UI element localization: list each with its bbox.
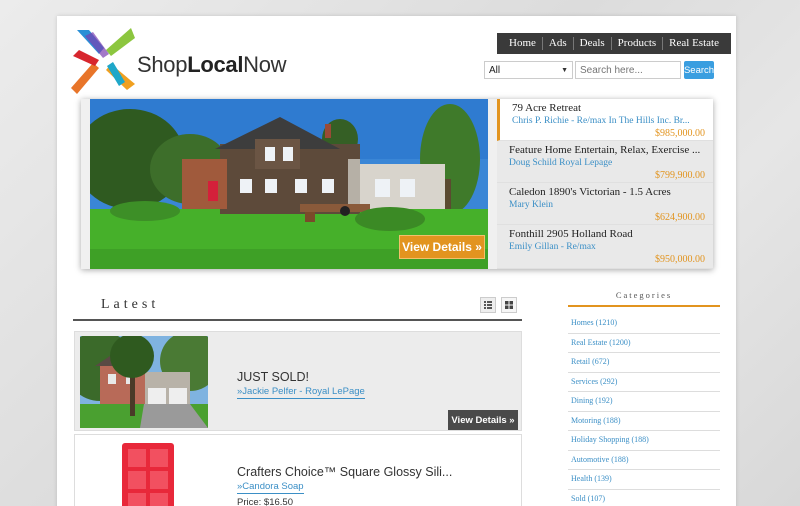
listing-title: Fonthill 2905 Holland Road <box>509 228 633 240</box>
latest-item-seller[interactable]: »Jackie Pelfer - Royal LePage <box>237 386 365 399</box>
category-link[interactable]: Dining (192) <box>568 392 720 412</box>
featured-listing-item[interactable]: Fonthill 2905 Holland Road Emily Gillan … <box>497 225 713 269</box>
category-link[interactable]: Real Estate (1200) <box>568 334 720 353</box>
search-button[interactable]: Search <box>684 61 714 79</box>
list-view-toggle[interactable] <box>480 297 496 313</box>
listing-title: Caledon 1890's Victorian - 1.5 Acres <box>509 186 671 198</box>
latest-item-title[interactable]: Crafters Choice™ Square Glossy Sili... <box>237 465 452 479</box>
featured-listing-item[interactable]: 79 Acre Retreat Chris P. Richie - Re/max… <box>497 99 713 141</box>
listing-agent[interactable]: Doug Schild Royal Lepage <box>509 157 705 170</box>
category-link[interactable]: Homes (1210) <box>568 314 720 334</box>
category-link[interactable]: Motoring (188) <box>568 412 720 431</box>
main-nav: Home Ads Deals Products Real Estate <box>497 33 731 54</box>
search-category-select[interactable]: All ▼ <box>484 61 573 79</box>
latest-item-thumbnail[interactable] <box>80 336 208 428</box>
nav-deals[interactable]: Deals <box>574 37 612 50</box>
listing-agent[interactable]: Emily Gillan - Re/max <box>509 241 705 254</box>
featured-listing-item[interactable]: Feature Home Entertain, Relax, Exercise … <box>497 141 713 183</box>
logo-word-local: Local <box>187 52 244 77</box>
listing-price: $950,000.00 <box>655 254 705 265</box>
listing-price: $799,900.00 <box>655 170 705 181</box>
grid-view-toggle[interactable] <box>501 297 517 313</box>
category-link[interactable]: Retail (672) <box>568 353 720 373</box>
latest-item-thumbnail[interactable] <box>80 439 208 506</box>
category-link[interactable]: Services (292) <box>568 373 720 392</box>
category-link[interactable]: Holiday Shopping (188) <box>568 431 720 451</box>
logo-wordmark: ShopLocalNow <box>137 52 287 78</box>
site-logo[interactable]: ShopLocalNow <box>69 26 309 96</box>
soap-mold-photo <box>122 443 174 506</box>
category-link[interactable]: Health (139) <box>568 470 720 490</box>
category-link[interactable]: Automotive (188) <box>568 451 720 470</box>
latest-item[interactable]: Crafters Choice™ Square Glossy Sili... »… <box>74 434 522 506</box>
listing-title: Feature Home Entertain, Relax, Exercise … <box>509 144 701 156</box>
featured-listings: 79 Acre Retreat Chris P. Richie - Re/max… <box>497 99 713 269</box>
featured-slider: View Details » 79 Acre Retreat Chris P. … <box>81 99 713 269</box>
latest-item-seller[interactable]: »Candora Soap <box>237 481 304 494</box>
latest-item-view-details-button[interactable]: View Details » <box>448 410 518 430</box>
dropdown-arrow-icon: ▼ <box>561 66 568 74</box>
latest-item[interactable]: JUST SOLD! »Jackie Pelfer - Royal LePage… <box>74 331 522 431</box>
listing-price: $624,900.00 <box>655 212 705 223</box>
nav-products[interactable]: Products <box>612 37 664 50</box>
featured-listing-item[interactable]: Caledon 1890's Victorian - 1.5 Acres Mar… <box>497 183 713 225</box>
categories-heading: Categories <box>568 290 720 307</box>
listing-agent[interactable]: Chris P. Richie - Re/max In The Hills In… <box>512 115 705 128</box>
featured-hero-image[interactable]: View Details » <box>90 99 488 269</box>
latest-item-price: Price: $16.50 <box>237 497 293 506</box>
hero-view-details-button[interactable]: View Details » <box>399 235 485 259</box>
categories-list: Homes (1210) Real Estate (1200) Retail (… <box>568 314 720 506</box>
logo-word-shop: Shop <box>137 52 188 77</box>
house-thumbnail-photo <box>80 336 208 428</box>
latest-divider <box>73 319 522 321</box>
page-container: ShopLocalNow Home Ads Deals Products Rea… <box>57 16 736 506</box>
grid-view-icon <box>505 301 513 309</box>
nav-home[interactable]: Home <box>503 37 543 50</box>
list-view-icon <box>484 301 492 309</box>
category-link[interactable]: Sold (107) <box>568 490 720 506</box>
listing-price: $985,000.00 <box>655 128 705 139</box>
nav-ads[interactable]: Ads <box>543 37 574 50</box>
latest-item-title[interactable]: JUST SOLD! <box>237 370 309 384</box>
search-input[interactable] <box>575 61 681 79</box>
logo-arrows-icon <box>71 28 135 94</box>
search-category-value: All <box>489 64 501 76</box>
nav-real-estate[interactable]: Real Estate <box>663 37 725 50</box>
listing-agent[interactable]: Mary Klein <box>509 199 705 212</box>
latest-heading: Latest <box>101 297 160 312</box>
listing-title: 79 Acre Retreat <box>512 102 582 114</box>
logo-word-now: Now <box>243 52 287 77</box>
